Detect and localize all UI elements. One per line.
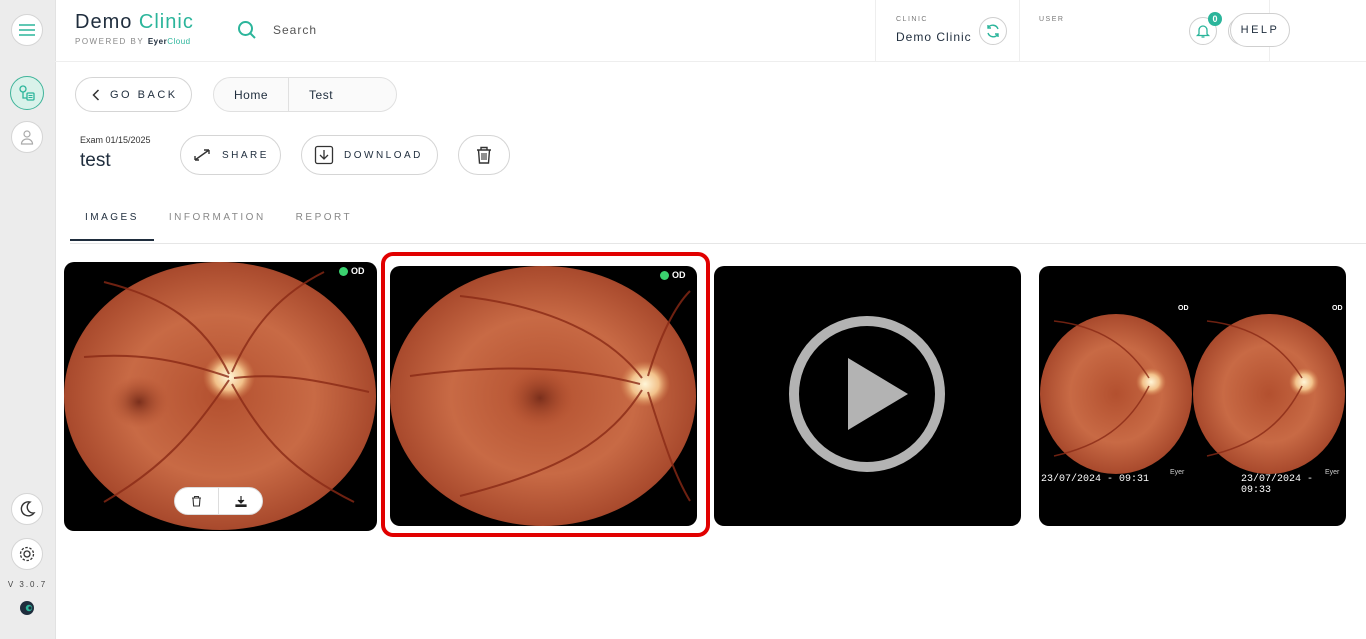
trash-icon — [477, 146, 491, 164]
download-label: DOWNLOAD — [344, 149, 423, 161]
play-icon[interactable] — [714, 266, 1021, 526]
powered-by-label: POWERED BY — [75, 37, 145, 46]
refresh-icon — [987, 24, 999, 38]
eye-side-label: OD — [1332, 305, 1343, 312]
tab-report[interactable]: REPORT — [281, 207, 368, 241]
search-input[interactable] — [271, 22, 475, 38]
eye-side-label: OD — [1178, 305, 1189, 312]
clinic-selector: CLINIC Demo Clinic — [875, 0, 1020, 61]
eyercloud-logo-icon — [20, 601, 34, 615]
sidebar-item-patients[interactable] — [11, 121, 43, 153]
exam-tabs: IMAGES INFORMATION REPORT — [70, 207, 367, 241]
breadcrumb: Home Test — [213, 77, 397, 112]
go-back-button[interactable]: GO BACK — [75, 77, 192, 112]
download-image-button[interactable] — [219, 488, 262, 514]
app-version: V 3.0.7 — [7, 580, 48, 589]
bell-icon — [1195, 25, 1211, 38]
brand-logo[interactable]: Demo Clinic POWERED BY EyerCloud — [75, 11, 194, 46]
hamburger-icon — [19, 24, 35, 36]
search-bar — [237, 20, 475, 40]
sidebar: V 3.0.7 — [0, 0, 56, 639]
download-icon — [234, 496, 247, 507]
help-button[interactable]: HELP — [1230, 13, 1290, 47]
share-icon — [194, 149, 210, 161]
breadcrumb-item-home[interactable]: Home — [214, 78, 288, 111]
eyercloud-label-a: Eyer — [147, 37, 168, 46]
clinic-name: Demo Clinic — [896, 30, 972, 44]
notification-count-badge: 0 — [1208, 12, 1222, 26]
share-label: SHARE — [222, 149, 269, 161]
tab-images[interactable]: IMAGES — [70, 207, 154, 241]
notifications-button[interactable]: 0 — [1189, 12, 1222, 45]
dark-mode-toggle[interactable] — [11, 493, 43, 525]
capture-timestamp: 23/07/2024 - 09:33 — [1241, 474, 1314, 496]
download-icon — [314, 145, 334, 165]
exam-list-icon — [19, 85, 35, 101]
capture-timestamp: 23/07/2024 - 09:31 — [1041, 474, 1150, 485]
settings-button[interactable] — [11, 538, 43, 570]
clinic-caption: CLINIC — [896, 16, 928, 23]
chevron-left-icon — [92, 88, 100, 101]
user-caption: USER — [1039, 16, 1065, 23]
eye-side-badge: OD — [339, 266, 365, 276]
selected-image-highlight — [381, 252, 710, 537]
eyercloud-label-b: Cloud — [167, 37, 191, 46]
trash-icon — [192, 495, 201, 507]
composite-image-thumbnail[interactable]: OD OD Eyer Eyer 23/07/2024 - 09:31 23/07… — [1039, 266, 1346, 526]
delete-image-button[interactable] — [175, 488, 218, 514]
download-button[interactable]: DOWNLOAD — [301, 135, 438, 175]
share-button[interactable]: SHARE — [180, 135, 281, 175]
top-bar: Demo Clinic POWERED BY EyerCloud CLINIC … — [55, 0, 1366, 62]
sidebar-item-exams[interactable] — [10, 76, 44, 110]
exam-date: Exam 01/15/2025 — [80, 135, 151, 145]
status-dot-icon — [339, 266, 348, 276]
delete-exam-button[interactable] — [458, 135, 510, 175]
brand-name: Demo — [75, 11, 133, 33]
moon-icon — [20, 501, 36, 517]
gear-icon — [19, 546, 35, 562]
breadcrumb-item-test: Test — [309, 87, 334, 102]
thumbnail-actions — [174, 487, 263, 515]
watermark-label: Eyer — [1170, 469, 1185, 476]
video-thumbnail[interactable] — [714, 266, 1021, 526]
menu-button[interactable] — [11, 14, 43, 46]
switch-clinic-button[interactable] — [979, 17, 1007, 45]
tab-information[interactable]: INFORMATION — [154, 207, 281, 241]
exam-name: test — [80, 150, 111, 171]
search-icon[interactable] — [237, 20, 257, 40]
brand-name-accent: Clinic — [138, 11, 194, 33]
go-back-label: GO BACK — [110, 88, 178, 101]
person-icon — [20, 130, 34, 145]
